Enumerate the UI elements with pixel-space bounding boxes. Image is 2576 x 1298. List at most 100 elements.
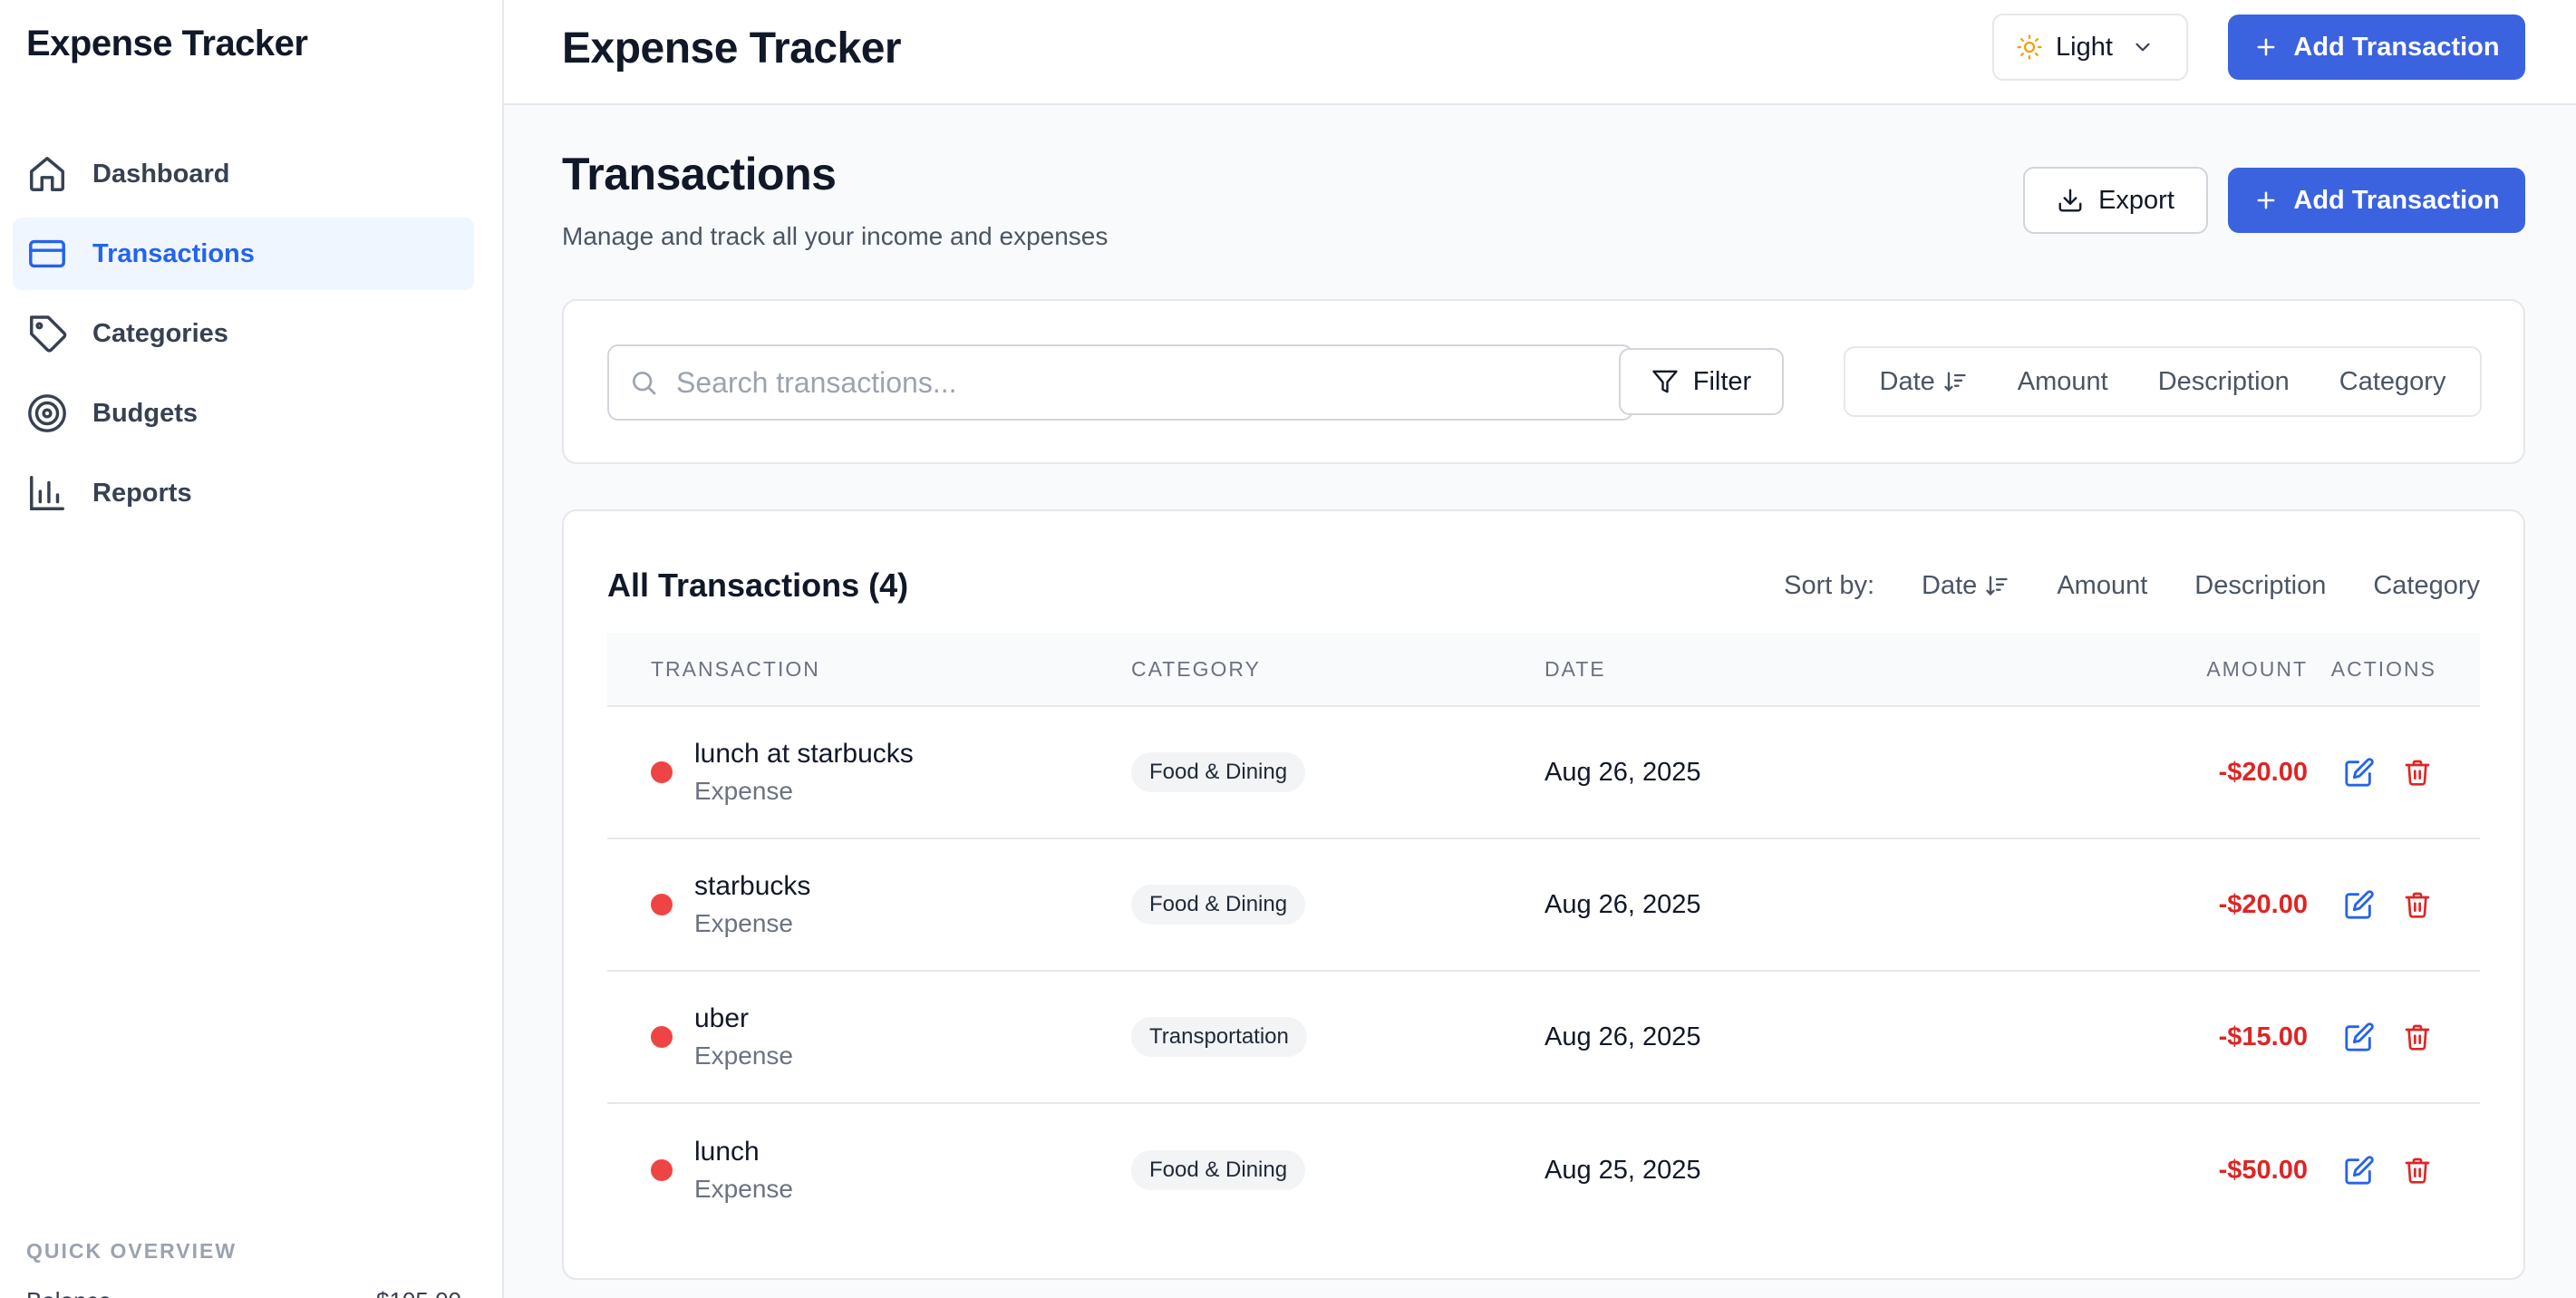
category-badge: Food & Dining xyxy=(1131,752,1306,792)
list-sort-controls: Sort by: Date Amount Description Categor… xyxy=(1784,571,2480,601)
sidebar-item-transactions[interactable]: Transactions xyxy=(13,218,474,290)
credit-card-icon xyxy=(26,233,68,275)
filter-sort-amount-label: Amount xyxy=(2017,366,2108,396)
edit-icon[interactable] xyxy=(2344,1022,2375,1052)
list-header: All Transactions (4) Sort by: Date Amoun… xyxy=(607,558,2480,613)
table-row[interactable]: uber Expense Transportation Aug 26, 2025… xyxy=(607,972,2480,1104)
filter-sort-group: Date Amount Description Category xyxy=(1844,346,2482,417)
bar-chart-icon xyxy=(26,472,68,514)
topbar-title: Expense Tracker xyxy=(562,24,902,73)
column-header-date[interactable]: DATE xyxy=(1545,657,2000,682)
cell-transaction: lunch at starbucks Expense xyxy=(607,739,1131,806)
sort-desc-icon xyxy=(1942,369,1968,394)
filter-sort-category-label: Category xyxy=(2339,366,2446,396)
sidebar-item-label: Categories xyxy=(92,318,228,348)
plus-icon xyxy=(2253,188,2279,213)
filter-sort-amount[interactable]: Amount xyxy=(2018,367,2108,397)
filter-sort-date-label: Date xyxy=(1879,366,1935,396)
cell-date: Aug 26, 2025 xyxy=(1545,889,1701,919)
category-badge: Food & Dining xyxy=(1131,1150,1306,1190)
cell-transaction: uber Expense xyxy=(607,1003,1131,1070)
cell-amount: -$15.00 xyxy=(2218,1022,2308,1051)
table-row[interactable]: lunch at starbucks Expense Food & Dining… xyxy=(607,707,2480,839)
target-icon xyxy=(26,392,68,434)
column-header-amount[interactable]: AMOUNT xyxy=(2000,657,2308,682)
sidebar-nav: Dashboard Transactions Categories Budget… xyxy=(13,138,474,537)
list-sort-amount[interactable]: Amount xyxy=(2057,571,2147,601)
expense-dot xyxy=(651,1159,673,1181)
cell-date: Aug 26, 2025 xyxy=(1545,757,1701,787)
sort-by-label: Sort by: xyxy=(1784,570,1875,600)
column-header-category[interactable]: CATEGORY xyxy=(1131,657,1545,682)
export-button[interactable]: Export xyxy=(2023,167,2208,234)
edit-icon[interactable] xyxy=(2344,757,2375,788)
trash-icon[interactable] xyxy=(2402,889,2433,920)
sidebar-item-label: Reports xyxy=(92,478,192,508)
filter-card: Filter Date Amount Description Category xyxy=(562,299,2525,464)
page-subtitle: Manage and track all your income and exp… xyxy=(562,222,1109,250)
transactions-table: TRANSACTION CATEGORY DATE AMOUNT ACTIONS… xyxy=(607,633,2480,1236)
list-sort-date[interactable]: Date xyxy=(1922,571,2009,601)
cell-actions xyxy=(2308,757,2480,788)
tag-icon xyxy=(26,313,68,354)
cell-actions xyxy=(2308,1022,2480,1052)
table-row[interactable]: starbucks Expense Food & Dining Aug 26, … xyxy=(607,839,2480,972)
list-sort-description-label: Description xyxy=(2194,570,2327,600)
sidebar-item-dashboard[interactable]: Dashboard xyxy=(13,138,474,210)
search-icon xyxy=(629,368,658,397)
list-sort-category[interactable]: Category xyxy=(2373,571,2480,601)
edit-icon[interactable] xyxy=(2344,889,2375,920)
trash-icon[interactable] xyxy=(2402,757,2433,788)
filter-sort-description[interactable]: Description xyxy=(2158,367,2290,397)
theme-select[interactable]: Light xyxy=(1992,14,2188,81)
transaction-type: Expense xyxy=(694,777,793,805)
transaction-name: lunch xyxy=(694,1137,760,1167)
download-icon xyxy=(2057,187,2084,214)
expense-dot xyxy=(651,894,673,915)
list-sort-description[interactable]: Description xyxy=(2194,571,2326,601)
sidebar: Expense Tracker Dashboard Transactions C… xyxy=(0,0,504,1298)
overview-balance-value: -$105.00 xyxy=(368,1287,461,1298)
filter-icon xyxy=(1651,368,1679,395)
expense-dot xyxy=(651,761,673,783)
edit-icon[interactable] xyxy=(2344,1155,2375,1186)
cell-category: Food & Dining xyxy=(1131,885,1545,925)
home-icon xyxy=(26,153,68,195)
list-sort-date-label: Date xyxy=(1922,570,1978,600)
filter-sort-category[interactable]: Category xyxy=(2339,367,2446,397)
column-header-transaction[interactable]: TRANSACTION xyxy=(607,657,1131,682)
overview-balance-label: Balance xyxy=(26,1287,111,1298)
cell-transaction: lunch Expense xyxy=(607,1137,1131,1204)
cell-date: Aug 25, 2025 xyxy=(1545,1155,1701,1185)
cell-category: Food & Dining xyxy=(1131,752,1545,792)
filter-button[interactable]: Filter xyxy=(1619,348,1784,415)
page-add-transaction-button[interactable]: Add Transaction xyxy=(2228,168,2525,233)
export-button-label: Export xyxy=(2098,185,2174,215)
sun-icon xyxy=(2016,34,2043,61)
transaction-name: lunch at starbucks xyxy=(694,739,914,769)
page-add-transaction-label: Add Transaction xyxy=(2293,185,2500,215)
cell-category: Transportation xyxy=(1131,1017,1545,1057)
cell-amount: -$20.00 xyxy=(2218,757,2308,787)
search-input[interactable] xyxy=(676,365,1583,400)
sidebar-item-budgets[interactable]: Budgets xyxy=(13,377,474,450)
trash-icon[interactable] xyxy=(2402,1022,2433,1052)
search-field[interactable] xyxy=(607,344,1633,421)
list-sort-amount-label: Amount xyxy=(2057,570,2148,600)
filter-sort-date[interactable]: Date xyxy=(1880,367,1968,397)
transaction-type: Expense xyxy=(694,1041,793,1070)
topbar: Expense Tracker Light Add Transaction xyxy=(504,0,2576,105)
column-header-actions: ACTIONS xyxy=(2330,656,2436,681)
expense-dot xyxy=(651,1026,673,1048)
quick-overview-heading: QUICK OVERVIEW xyxy=(26,1239,237,1263)
sidebar-item-reports[interactable]: Reports xyxy=(13,457,474,529)
cell-transaction: starbucks Expense xyxy=(607,871,1131,938)
cell-amount: -$20.00 xyxy=(2218,889,2308,919)
topbar-add-transaction-button[interactable]: Add Transaction xyxy=(2228,15,2525,80)
sidebar-brand: Expense Tracker xyxy=(26,24,308,63)
sidebar-item-label: Budgets xyxy=(92,398,198,428)
trash-icon[interactable] xyxy=(2402,1155,2433,1186)
table-row[interactable]: lunch Expense Food & Dining Aug 25, 2025… xyxy=(607,1104,2480,1236)
filter-button-label: Filter xyxy=(1692,366,1752,396)
sidebar-item-categories[interactable]: Categories xyxy=(13,297,474,370)
